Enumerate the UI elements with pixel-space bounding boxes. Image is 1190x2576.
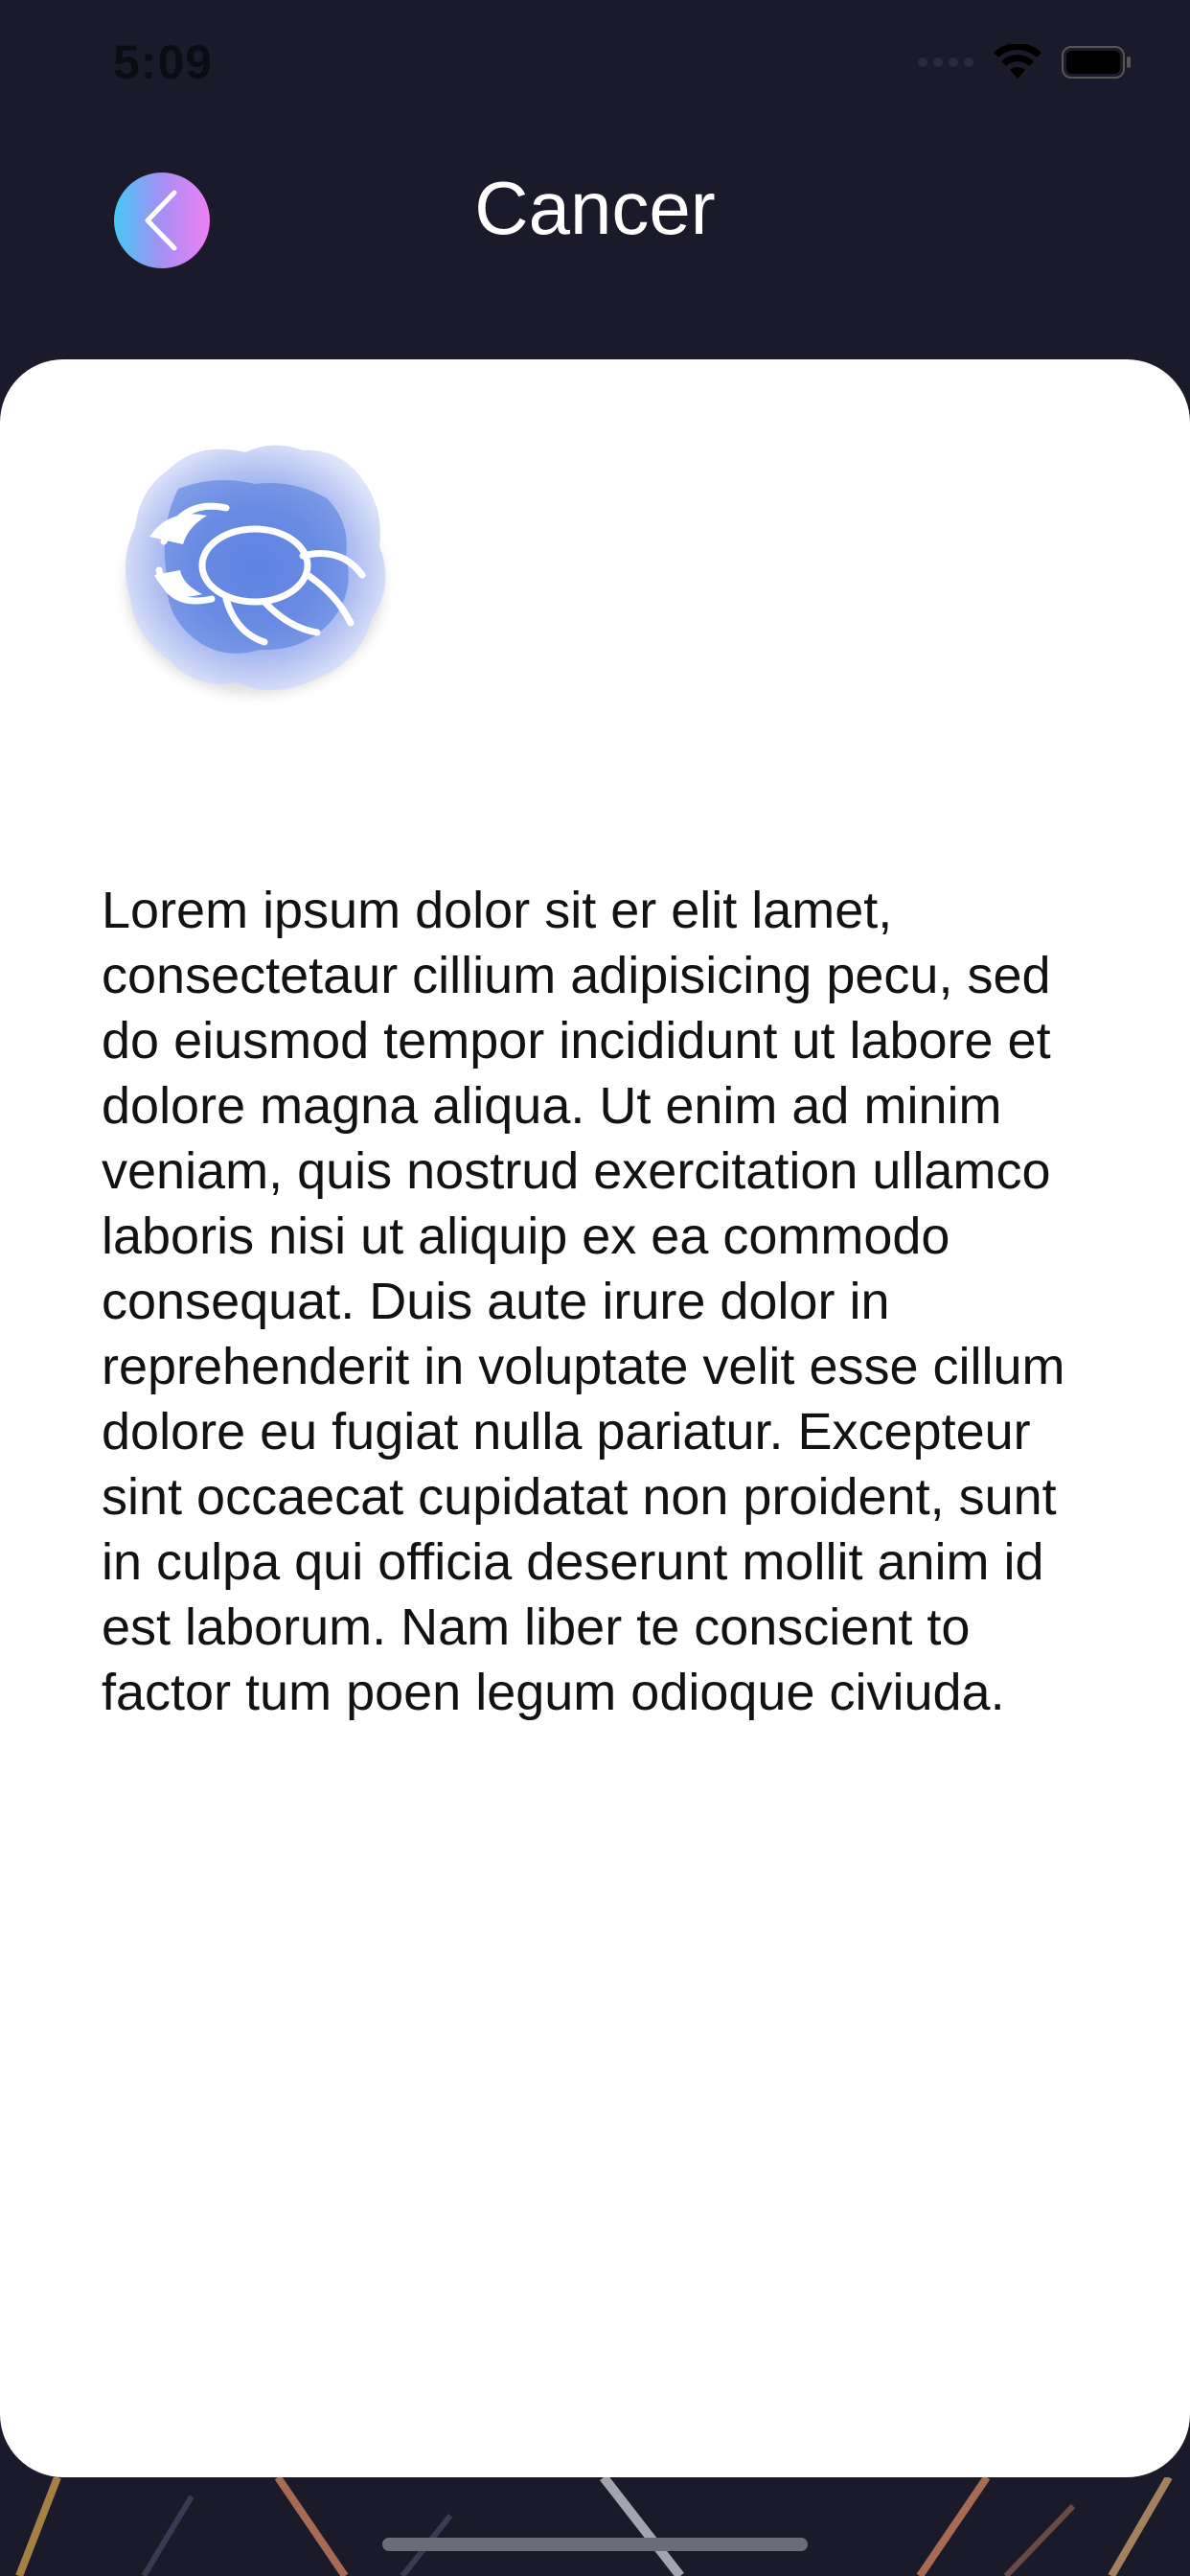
home-indicator[interactable] xyxy=(382,2538,808,2551)
battery-icon xyxy=(1062,46,1131,79)
status-bar: 5:09 xyxy=(0,0,1190,134)
bottom-decoration xyxy=(15,2477,1173,2576)
status-time: 5:09 xyxy=(113,35,214,89)
app-screen: 5:09 Cancer Lorem ipsum dolor sit er eli… xyxy=(0,0,1190,2576)
status-icons xyxy=(918,44,1133,80)
cellular-signal-icon xyxy=(918,58,973,67)
sign-description: Lorem ipsum dolor sit er elit lamet, con… xyxy=(102,882,1065,1721)
wifi-icon xyxy=(994,44,1041,79)
page-title: Cancer xyxy=(474,166,716,250)
cancer-zodiac-image xyxy=(126,445,386,695)
